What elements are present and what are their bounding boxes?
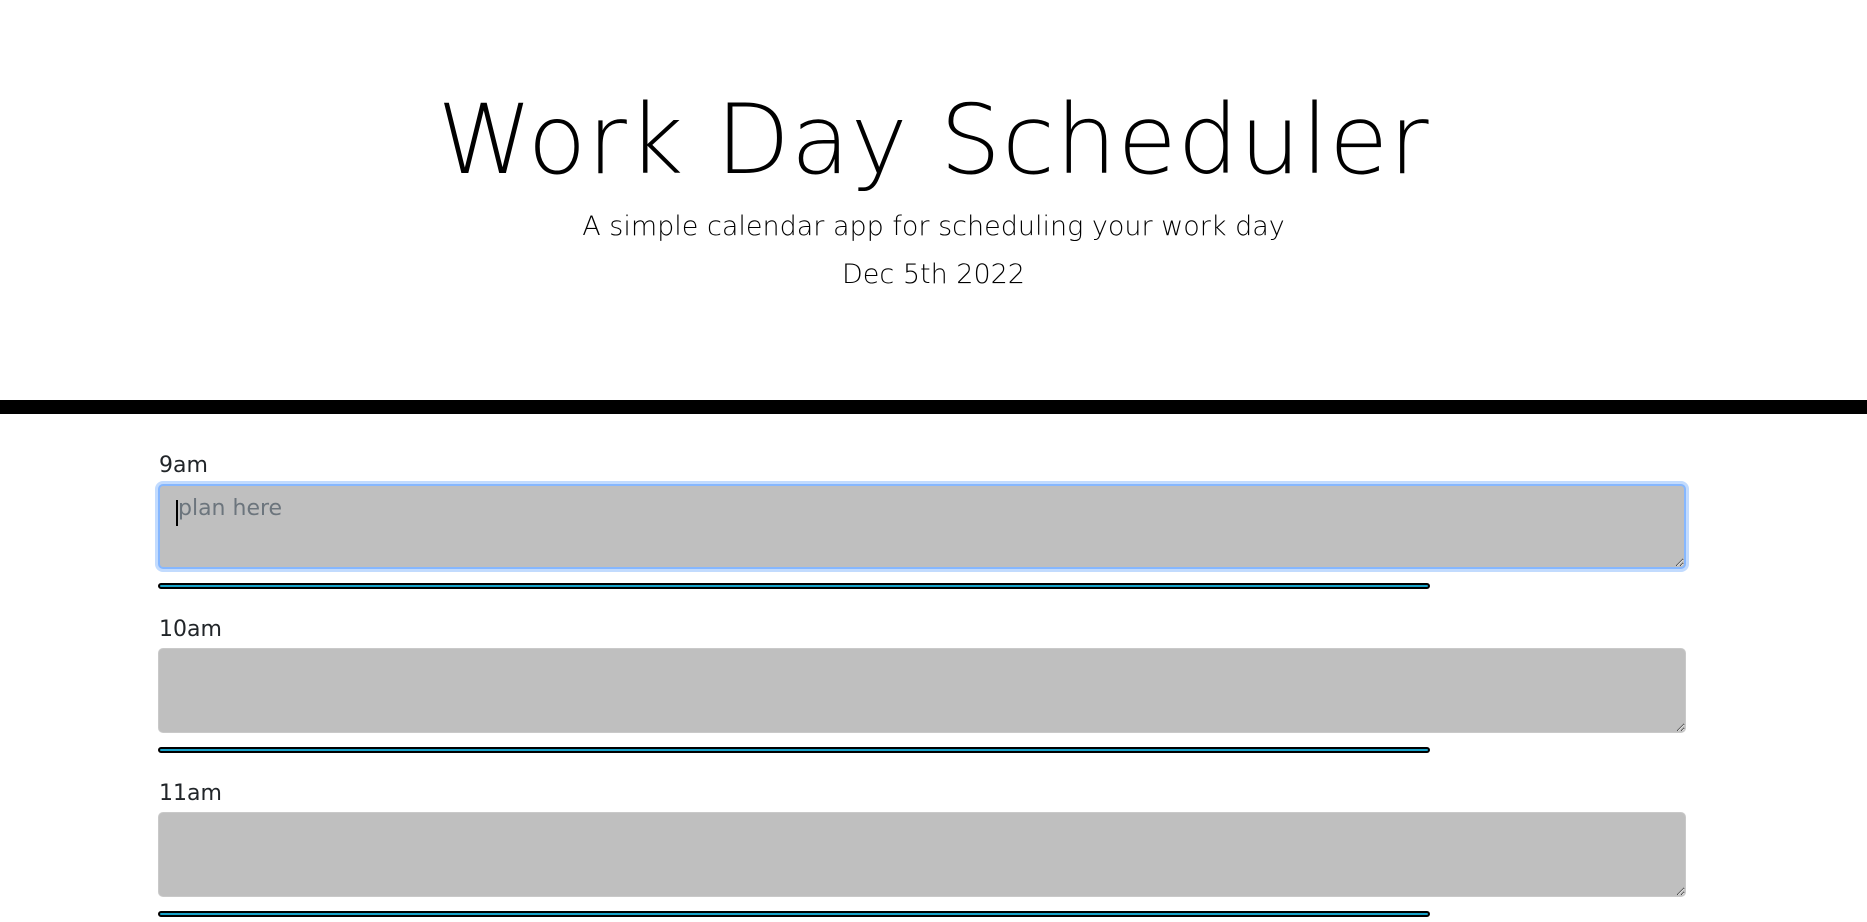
current-date: Dec 5th 2022 [841, 259, 1025, 290]
text-cursor [176, 500, 178, 526]
page-title: Work Day Scheduler [437, 84, 1430, 196]
hour-label: 11am [159, 781, 222, 806]
save-button-11am[interactable] [158, 911, 1430, 917]
hour-label: 9am [159, 453, 208, 478]
plan-input-9am[interactable] [158, 484, 1686, 569]
save-button-10am[interactable] [158, 747, 1430, 753]
plan-input-11am[interactable] [158, 812, 1686, 897]
save-button-9am[interactable] [158, 583, 1430, 589]
plan-input-10am[interactable] [158, 648, 1686, 733]
page-header: Work Day Scheduler A simple calendar app… [0, 0, 1867, 414]
hour-label: 10am [159, 617, 222, 642]
page-subtitle: A simple calendar app for scheduling you… [582, 211, 1285, 242]
